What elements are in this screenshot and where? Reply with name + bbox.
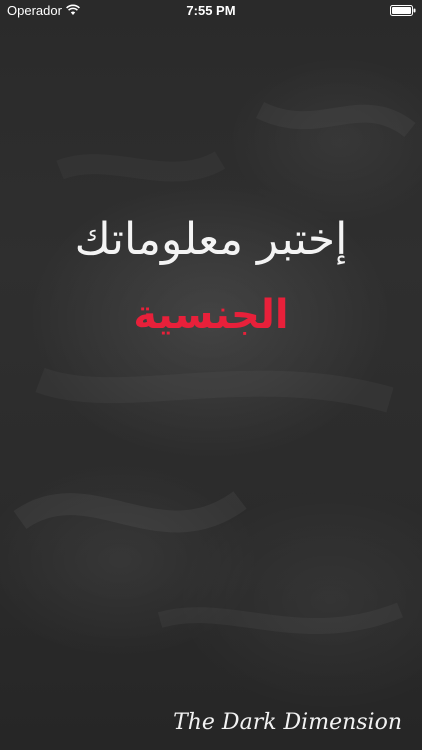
clock: 7:55 PM bbox=[186, 3, 236, 18]
splash-screen: Operador 7:55 PM إختبر معلوماتك الجنسية … bbox=[0, 0, 422, 750]
category-title: الجنسية bbox=[133, 292, 289, 338]
chalkboard-texture bbox=[13, 101, 416, 635]
status-bar: Operador 7:55 PM bbox=[0, 0, 422, 22]
brand-signature: The Dark Dimension bbox=[173, 710, 402, 735]
app-title: إختبر معلوماتك bbox=[74, 214, 348, 265]
battery-full-icon bbox=[390, 5, 416, 16]
